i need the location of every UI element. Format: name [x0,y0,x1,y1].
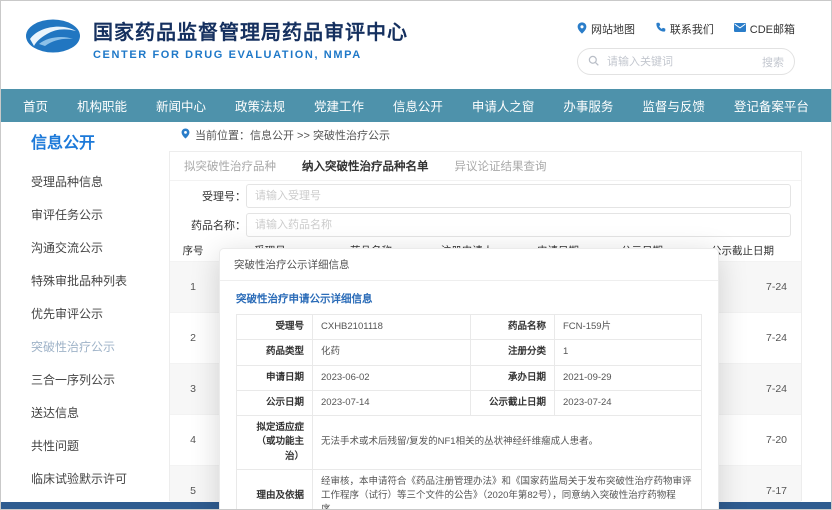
nav-item-news[interactable]: 新闻中心 [156,96,206,115]
site-subtitle: CENTER FOR DRUG EVALUATION, NMPA [93,49,408,61]
field-label: 承办日期 [471,365,555,390]
site-header: 国家药品监督管理局药品审评中心 CENTER FOR DRUG EVALUATI… [1,1,831,89]
tab-objection-results[interactable]: 异议论证结果查询 [455,158,547,174]
breadcrumb: 当前位置：信息公开 >> 突破性治疗公示 [181,127,390,143]
map-pin-icon [577,22,587,37]
sitemap-link[interactable]: 网站地图 [577,21,635,37]
site-title: 国家药品监督管理局药品审评中心 [93,16,408,45]
nav-item-registration-platform[interactable]: 登记备案平台 [734,96,809,115]
field-label: 理由及依据 [237,469,313,510]
detail-row: 理由及依据 经审核，本申请符合《药品注册管理办法》和《国家药监局关于发布突破性治… [237,469,702,510]
field-value: CXHB2101118 [313,315,471,340]
field-value: 2023-07-24 [555,390,702,415]
acceptance-number-input[interactable] [246,184,791,208]
modal-title: 突破性治疗公示详细信息 [220,249,718,281]
sidebar-item-priority-review[interactable]: 优先审评公示 [31,297,159,330]
nav-item-home[interactable]: 首页 [23,96,48,115]
modal-section-title: 突破性治疗申请公示详细信息 [236,291,702,306]
field-value: 经审核，本申请符合《药品注册管理办法》和《国家药监局关于发布突破性治疗药物审评工… [313,469,702,510]
sidebar-title: 信息公开 [31,129,159,153]
tab-included-breakthrough-list[interactable]: 纳入突破性治疗品种名单 [302,158,429,174]
field-label: 拟定适应症（或功能主治） [237,416,313,470]
nav-item-applicant-window[interactable]: 申请人之窗 [472,96,535,115]
sidebar-item-accepted-products[interactable]: 受理品种信息 [31,165,159,198]
phone-icon [655,22,666,36]
detail-row: 受理号 CXHB2101118 药品名称 FCN-159片 [237,315,702,340]
search-bar: 搜索 [577,48,795,75]
row-number: 1 [170,281,216,293]
field-label: 公示截止日期 [471,390,555,415]
site-titles: 国家药品监督管理局药品审评中心 CENTER FOR DRUG EVALUATI… [93,16,408,61]
cde-mail-label: CDE邮箱 [750,21,795,37]
sidebar-item-special-approval-list[interactable]: 特殊审批品种列表 [31,264,159,297]
row-number: 3 [170,383,216,395]
modal-body: 突破性治疗申请公示详细信息 受理号 CXHB2101118 药品名称 FCN-1… [220,281,718,510]
field-value: 化药 [313,340,471,365]
field-label: 药品名称 [471,315,555,340]
detail-modal: 突破性治疗公示详细信息 突破性治疗申请公示详细信息 受理号 CXHB210111… [219,248,719,510]
field-value: 1 [555,340,702,365]
filter-row-acceptance-number: 受理号： [170,181,801,210]
detail-row: 申请日期 2023-06-02 承办日期 2021-09-29 [237,365,702,390]
drug-name-label: 药品名称： [180,217,246,233]
cde-logo-icon [25,16,81,61]
field-label: 公示日期 [237,390,313,415]
contact-label: 联系我们 [670,21,714,37]
field-value: 2023-06-02 [313,365,471,390]
sidebar-item-breakthrough-therapy[interactable]: 突破性治疗公示 [31,330,159,363]
search-button[interactable]: 搜索 [762,54,784,70]
field-label: 注册分类 [471,340,555,365]
header-right: 网站地图 联系我们 CDE邮箱 [577,21,795,75]
breadcrumb-label: 当前位置：信息公开 >> 突破性治疗公示 [195,127,390,143]
row-number: 5 [170,485,216,497]
sidebar: 信息公开 受理品种信息 审评任务公示 沟通交流公示 特殊审批品种列表 优先审评公… [31,129,159,510]
nav-item-info-disclosure[interactable]: 信息公开 [393,96,443,115]
detail-table: 受理号 CXHB2101118 药品名称 FCN-159片 药品类型 化药 注册… [236,314,702,510]
nav-item-party-building[interactable]: 党建工作 [314,96,364,115]
field-label: 受理号 [237,315,313,340]
search-input[interactable] [605,55,756,69]
row-number: 4 [170,434,216,446]
sidebar-item-common-issues[interactable]: 共性问题 [31,429,159,462]
nav-item-supervision-feedback[interactable]: 监督与反馈 [642,96,705,115]
page: 国家药品监督管理局药品审评中心 CENTER FOR DRUG EVALUATI… [0,0,832,510]
contact-link[interactable]: 联系我们 [655,21,714,37]
row-number: 2 [170,332,216,344]
breadcrumb-pin-icon [181,128,190,142]
logo-block: 国家药品监督管理局药品审评中心 CENTER FOR DRUG EVALUATI… [25,16,408,61]
nav-item-policies[interactable]: 政策法规 [235,96,285,115]
field-value: 无法手术或术后残留/复发的NF1相关的丛状神经纤维瘤成人患者。 [313,416,702,470]
quick-links: 网站地图 联系我们 CDE邮箱 [577,21,795,37]
search-icon [588,53,599,71]
field-value: 2021-09-29 [555,365,702,390]
cde-mail-link[interactable]: CDE邮箱 [734,21,795,37]
nav-item-organization[interactable]: 机构职能 [77,96,127,115]
sidebar-item-communication[interactable]: 沟通交流公示 [31,231,159,264]
sidebar-item-review-tasks[interactable]: 审评任务公示 [31,198,159,231]
sidebar-item-clinical-trial-license[interactable]: 临床试验默示许可 [31,462,159,495]
main-nav: 首页 机构职能 新闻中心 政策法规 党建工作 信息公开 申请人之窗 办事服务 监… [1,89,831,122]
col-header-index: 序号 [170,243,216,258]
tab-bar: 拟突破性治疗品种 纳入突破性治疗品种名单 异议论证结果查询 [170,152,801,181]
drug-name-input[interactable] [246,213,791,237]
detail-row: 拟定适应症（或功能主治） 无法手术或术后残留/复发的NF1相关的丛状神经纤维瘤成… [237,416,702,470]
filter-row-drug-name: 药品名称： [170,210,801,239]
field-value: FCN-159片 [555,315,702,340]
tab-proposed-breakthrough[interactable]: 拟突破性治疗品种 [184,158,276,174]
mail-icon [734,23,746,35]
field-label: 申请日期 [237,365,313,390]
nav-item-services[interactable]: 办事服务 [563,96,613,115]
sitemap-label: 网站地图 [591,21,635,37]
detail-row: 公示日期 2023-07-14 公示截止日期 2023-07-24 [237,390,702,415]
detail-row: 药品类型 化药 注册分类 1 [237,340,702,365]
sidebar-item-delivery-info[interactable]: 送达信息 [31,396,159,429]
field-label: 药品类型 [237,340,313,365]
acceptance-number-label: 受理号： [180,188,246,204]
field-value: 2023-07-14 [313,390,471,415]
sidebar-item-three-in-one[interactable]: 三合一序列公示 [31,363,159,396]
